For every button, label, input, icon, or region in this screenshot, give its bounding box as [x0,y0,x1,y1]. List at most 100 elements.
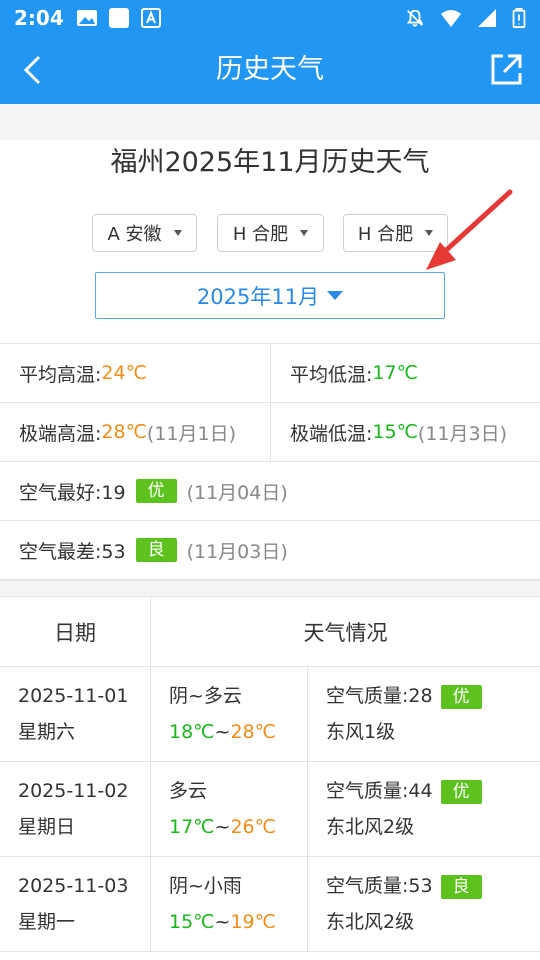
extreme-low-label: 极端低温: [290,422,373,445]
stat-row: 极端高温: 28℃ (11月1日) 极端低温: 15℃ (11月3日) [0,403,540,462]
row-aqi: 空气质量:28 [326,685,433,707]
annotation-arrow-icon [426,189,513,270]
district-value: H 合肥 [357,224,414,245]
row-high: 26℃ [230,816,276,838]
row-condition: 阴~小雨 [169,875,242,897]
row-wind: 东风1级 [326,721,396,743]
row-date: 2025-11-03 [18,875,129,897]
avg-high-label: 平均高温: [19,363,102,386]
row-high: 19℃ [230,911,276,933]
row-air-cell: 空气质量:44 优 东北风2级 [308,762,540,856]
row-weekday: 星期一 [18,911,76,933]
row-condition: 多云 [169,780,208,802]
wifi-icon [441,10,461,27]
extreme-low-date: (11月3日) [417,422,508,445]
stat-row: 空气最差:53 良 (11月03日) [0,521,540,580]
row-date-cell: 2025-11-01 星期六 [0,667,151,761]
row-date-cell: 2025-11-02 星期日 [0,762,151,856]
row-date: 2025-11-01 [18,685,129,707]
extreme-high-date: (11月1日) [146,422,237,445]
month-dropdown[interactable]: 2025年11月 [95,272,445,319]
air-worst-date: (11月03日) [186,540,288,563]
row-temps: 17℃~26℃ [169,809,307,845]
header-weather: 天气情况 [303,620,388,645]
row-aqi: 空气质量:44 [326,780,433,802]
status-bar: 2:04 [0,0,540,36]
row-high: 28℃ [230,721,276,743]
gallery-icon [76,10,97,26]
page-heading: 福州2025年11月历史天气 [110,147,430,178]
row-low: 18℃ [169,721,215,743]
air-best-cell: 空气最好:19 优 (11月04日) [0,462,288,520]
row-temp-sep: ~ [214,911,231,933]
row-wind: 东北风2级 [326,911,415,933]
row-wind: 东北风2级 [326,816,415,838]
province-value: A 安徽 [107,224,162,245]
stat-row: 空气最好:19 优 (11月04日) [0,462,540,521]
city-dropdown[interactable]: H 合肥 [217,214,324,252]
air-best-date: (11月04日) [186,481,288,504]
extreme-low-cell: 极端低温: 15℃ (11月3日) [270,403,540,461]
row-temps: 15℃~19℃ [169,904,307,940]
aqi-badge: 良 [135,538,177,562]
row-condition: 阴~多云 [169,685,242,707]
air-worst-label: 空气最差:53 [19,540,126,563]
table-row[interactable]: 2025-11-02 星期日 多云 17℃~26℃ 空气质量:44 优 东北风2级 [0,762,540,857]
row-date: 2025-11-02 [18,780,129,802]
back-button[interactable] [12,50,52,90]
row-temp-sep: ~ [214,721,231,743]
avg-low-label: 平均低温: [290,363,373,386]
extreme-low-value: 15℃ [372,421,418,443]
city-value: H 合肥 [232,224,289,245]
avg-low-value: 17℃ [372,362,418,384]
province-dropdown[interactable]: A 安徽 [92,214,197,252]
aqi-badge: 优 [440,780,482,804]
table-row[interactable]: 2025-11-01 星期六 阴~多云 18℃~28℃ 空气质量:28 优 东风1… [0,667,540,762]
row-air-cell: 空气质量:28 优 东风1级 [308,667,540,761]
row-date-cell: 2025-11-03 星期一 [0,857,151,951]
extreme-high-value: 28℃ [101,421,147,443]
caret-down-icon [173,230,182,236]
avg-high-value: 24℃ [101,362,147,384]
row-condition-cell: 多云 17℃~26℃ [151,762,308,856]
row-low: 17℃ [169,816,215,838]
app-square-icon [108,8,129,28]
aqi-badge: 优 [135,479,177,503]
signal-icon [478,9,496,27]
row-weekday: 星期六 [18,721,76,743]
chevron-left-icon [23,55,41,85]
header-separator [0,104,540,140]
monthly-stats: 平均高温: 24℃ 平均低温: 17℃ 极端高温: 28℃ (11月1日) 极端低温: 1… [0,343,540,580]
daily-weather-table: 日期 天气情况 2025-11-01 星期六 阴~多云 18℃~28℃ 空气质量… [0,596,540,952]
caret-down-icon [300,230,309,236]
air-best-label: 空气最好:19 [19,481,126,504]
section-separator [0,580,540,596]
header-date: 日期 [0,597,151,666]
row-air-cell: 空气质量:53 良 东北风2级 [308,857,540,951]
row-condition-cell: 阴~小雨 15℃~19℃ [151,857,308,951]
triangle-down-icon [327,291,344,300]
row-weekday: 星期日 [18,816,76,838]
table-row[interactable]: 2025-11-03 星期一 阴~小雨 15℃~19℃ 空气质量:53 良 东北风… [0,857,540,952]
aqi-badge: 优 [440,685,482,709]
aqi-badge: 良 [440,875,482,899]
air-worst-cell: 空气最差:53 良 (11月03日) [0,521,288,579]
page-title: 历史天气 [216,54,324,85]
battery-icon [512,8,526,28]
share-button[interactable] [486,50,526,90]
stat-row: 平均高温: 24℃ 平均低温: 17℃ [0,344,540,403]
notifications-off-icon [406,9,424,27]
avg-low-cell: 平均低温: 17℃ [270,344,540,402]
extreme-high-cell: 极端高温: 28℃ (11月1日) [0,403,270,461]
row-low: 15℃ [169,911,215,933]
month-value: 2025年11月 [196,284,320,309]
status-time: 2:04 [14,6,64,30]
row-condition-cell: 阴~多云 18℃~28℃ [151,667,308,761]
avg-high-cell: 平均高温: 24℃ [0,344,270,402]
app-bar: 历史天气 [0,36,540,104]
row-temps: 18℃~28℃ [169,714,307,750]
row-temp-sep: ~ [214,816,231,838]
table-header: 日期 天气情况 [0,597,540,667]
share-external-icon [491,54,522,85]
extreme-high-label: 极端高温: [19,422,102,445]
